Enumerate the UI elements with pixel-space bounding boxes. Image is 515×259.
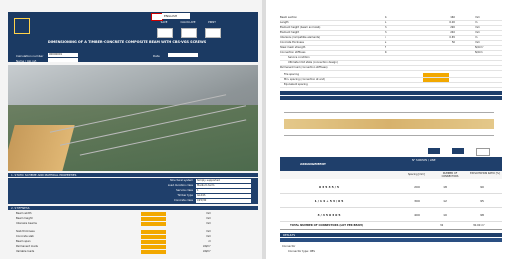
structural-system-select[interactable]: Simply supported (196, 179, 251, 183)
form-row: Timber type GL24h (138, 194, 256, 198)
form-block: Structural system Simply supported Load … (8, 178, 258, 204)
table-row: Permanent loads kN/m² (16, 245, 211, 249)
form-row: Concrete class C25/30 (138, 199, 256, 203)
form-row: Service class 1 (138, 189, 256, 193)
results-bar (280, 96, 502, 100)
calculation-number-label: Calculation number (16, 54, 44, 58)
name-field[interactable] (48, 58, 78, 62)
tool-label-save: SAVE (160, 21, 168, 24)
interaxis-input[interactable] (141, 222, 166, 226)
print-button[interactable] (205, 28, 221, 38)
beam-height-input[interactable] (141, 217, 166, 221)
form-label: Timber type (177, 194, 193, 197)
calculation-number-field[interactable]: 00000001 (48, 53, 78, 57)
arrangement-option-1[interactable] (428, 148, 440, 154)
results-bar (280, 91, 502, 95)
section-header-stiffness: 2. STIFFNESS (8, 206, 258, 210)
arrangement-subheader: N° SCREWS / LINE (412, 159, 436, 162)
app-logo (14, 18, 30, 34)
footer-item: Connector type: CBS (288, 250, 315, 253)
property-row: Equivalent spacing (280, 83, 502, 88)
section-header-results: RESULTS (280, 233, 502, 237)
slab-photo (8, 65, 258, 171)
permanent-loads-input[interactable] (141, 245, 166, 249)
arrangement-header: ARRANGEMENT N° SCREWS / LINE (280, 157, 502, 171)
save-button[interactable] (157, 28, 173, 38)
table-row: Slab thickness mm (16, 230, 211, 234)
load-duration-select[interactable]: Medium term (196, 184, 251, 188)
date-field[interactable] (168, 53, 198, 57)
form-label: Structural system (169, 179, 193, 182)
property-row: Permanent load (connection stiffness) (280, 66, 502, 71)
beam-width-input[interactable] (141, 212, 166, 216)
variable-loads-input[interactable] (141, 250, 166, 254)
arrangement-option-2[interactable] (452, 148, 464, 154)
footer-item: Connector (282, 245, 296, 248)
beam-span-input[interactable] (141, 240, 166, 244)
language-selector[interactable]: ENGLISH (162, 13, 190, 19)
date-label: Date (153, 54, 160, 58)
section-header-static-scheme: 1. STATIC SCHEME AND MATERIAL PROPERTIES (8, 173, 258, 177)
table-row: Interaxis beams mm (16, 222, 211, 226)
table-row: Variable loads kN/m² (16, 250, 211, 254)
table-row: Concrete slab mm (16, 235, 211, 239)
tool-label-print: PRINT (208, 21, 216, 24)
timber-type-select[interactable]: GL24h (196, 194, 251, 198)
total-row: TOTAL NUMBER OF CONNECTORS (LOT PER BEAM… (280, 223, 502, 230)
arrangement-row[interactable]: 1 / 1 4 + 5 3 / 0 5 300 12 95 (280, 194, 502, 208)
page-title: DIMENSIONING OF A TIMBER-CONCRETE COMPOS… (47, 40, 207, 44)
table-row: Beam span m (16, 240, 211, 244)
arrangement-option-3[interactable] (476, 148, 490, 156)
service-class-select[interactable]: 1 (196, 189, 251, 193)
form-label: Service class (176, 189, 193, 192)
concrete-slab-input[interactable] (141, 235, 166, 239)
arrangement-column-headers: Spacing [mm] NUMBER OF CONNECTORS EXPLOI… (280, 171, 502, 179)
concrete-class-select[interactable]: C25/30 (196, 199, 251, 203)
beam-diagram (284, 112, 494, 136)
table-row: Beam height mm (16, 217, 211, 221)
form-row: Structural system Simply supported (138, 179, 256, 183)
min-spacing-input[interactable] (423, 78, 449, 82)
results-subheader (280, 238, 502, 242)
slab-thickness-input[interactable] (141, 230, 166, 234)
calculate-button[interactable] (181, 28, 197, 38)
fire-spacing-input[interactable] (423, 73, 449, 77)
table-row: Beam width mm (16, 212, 211, 216)
beam-shape (284, 119, 494, 129)
arrangement-row[interactable]: 0 3 5 3 5 / 5 200 18 90 (280, 180, 502, 194)
form-label: Concrete class (174, 199, 193, 202)
tool-label-calculate: CALCULATE (180, 21, 196, 24)
calculator-left-panel: ENGLISH DIMENSIONING OF A TIMBER-CONCRET… (0, 0, 262, 259)
arrangement-title: ARRANGEMENT (300, 162, 326, 166)
report-right-panel: Beam section b 160 mm Length L 6.00 m Element … (266, 0, 515, 259)
name-label: Name / Job ref. (16, 59, 37, 63)
arrangement-row[interactable]: 3 / 4 5 0 3 0 5 400 10 98 (280, 208, 502, 222)
app-header: ENGLISH DIMENSIONING OF A TIMBER-CONCRET… (8, 12, 258, 70)
form-label: Load duration class (167, 184, 193, 187)
form-row: Load duration class Medium term (138, 184, 256, 188)
